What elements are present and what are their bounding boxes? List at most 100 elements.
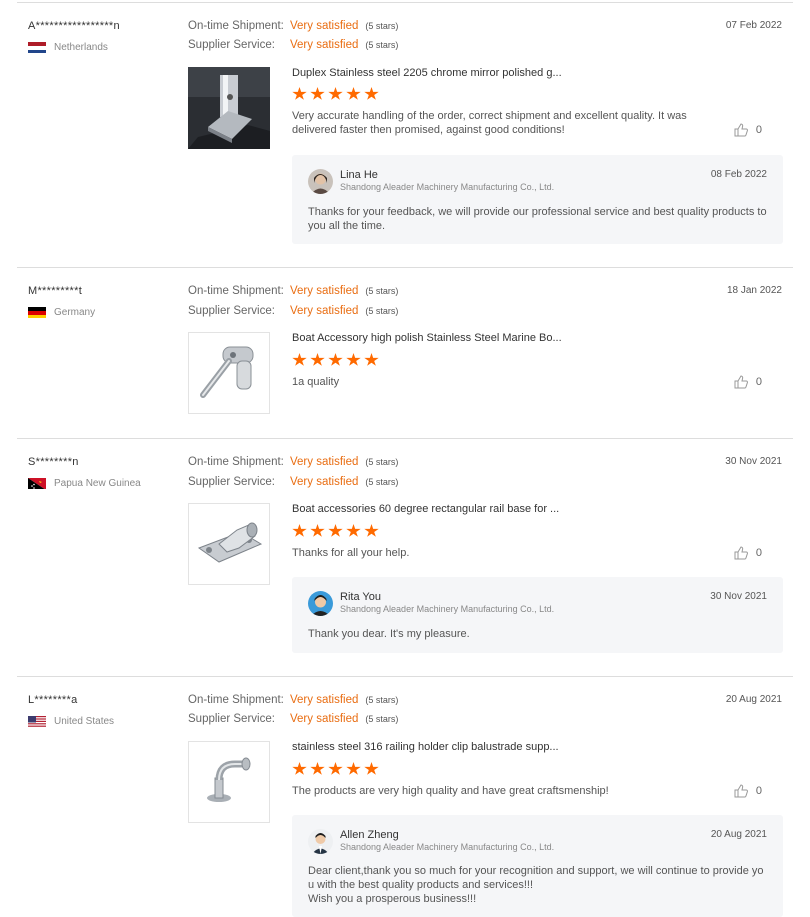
like-count: 0 bbox=[755, 376, 762, 388]
service-label: Supplier Service: bbox=[188, 713, 275, 725]
star-icon bbox=[364, 762, 379, 775]
shipment-value: Very satisfied bbox=[290, 285, 359, 297]
service-rating: Supplier Service: Very satisfied (5 star… bbox=[188, 39, 398, 51]
reply-date: 20 Aug 2021 bbox=[710, 829, 767, 840]
reply-text-closing: Wish you a prosperous business!!! bbox=[308, 893, 477, 905]
country-name: Papua New Guinea bbox=[54, 477, 141, 489]
shipment-label: On-time Shipment: bbox=[188, 456, 284, 468]
review-item: L********a United States On-time Shipmen… bbox=[17, 676, 793, 917]
replier-company: Shandong Aleader Machinery Manufacturing… bbox=[340, 842, 555, 852]
star-icon bbox=[346, 353, 361, 366]
like-button[interactable]: 0 bbox=[734, 123, 762, 137]
review-date: 20 Aug 2021 bbox=[725, 694, 782, 705]
star-icon bbox=[292, 87, 307, 100]
reply-text: Thank you dear. It's my pleasure. bbox=[308, 628, 470, 640]
avatar bbox=[308, 829, 333, 854]
service-value: Very satisfied bbox=[290, 476, 359, 488]
review-date: 07 Feb 2022 bbox=[725, 20, 782, 31]
shipment-rating: On-time Shipment: Very satisfied (5 star… bbox=[188, 20, 398, 32]
buyer-country: Netherlands bbox=[28, 41, 108, 53]
star-icon bbox=[292, 524, 307, 537]
thumbs-up-icon bbox=[734, 784, 748, 798]
replier-name: Lina He bbox=[340, 169, 378, 181]
like-button[interactable]: 0 bbox=[734, 546, 762, 560]
star-icon bbox=[346, 762, 361, 775]
review-comment: The products are very high quality and h… bbox=[292, 785, 609, 797]
shipment-rating: On-time Shipment: Very satisfied (5 star… bbox=[188, 694, 398, 706]
shipment-rating: On-time Shipment: Very satisfied (5 star… bbox=[188, 285, 398, 297]
country-name: United States bbox=[54, 715, 115, 727]
review-date: 18 Jan 2022 bbox=[726, 285, 782, 296]
star-icon bbox=[328, 353, 343, 366]
like-button[interactable]: 0 bbox=[734, 375, 762, 389]
product-title[interactable]: Boat accessories 60 degree rectangular r… bbox=[292, 503, 582, 515]
service-label: Supplier Service: bbox=[188, 476, 275, 488]
supplier-reply: Rita You Shandong Aleader Machinery Manu… bbox=[292, 577, 783, 653]
product-title[interactable]: Boat Accessory high polish Stainless Ste… bbox=[292, 332, 582, 344]
replier-name: Allen Zheng bbox=[340, 829, 399, 841]
star-icon bbox=[310, 87, 325, 100]
review-item: A*****************n Netherlands On-time … bbox=[17, 2, 793, 268]
like-count: 0 bbox=[755, 785, 762, 797]
star-icon bbox=[310, 524, 325, 537]
shipment-label: On-time Shipment: bbox=[188, 694, 284, 706]
germany-flag-icon bbox=[28, 306, 46, 318]
star-icon bbox=[364, 87, 379, 100]
service-stars-text: (5 stars) bbox=[365, 714, 399, 724]
review-comment: Very accurate handling of the order, cor… bbox=[292, 110, 687, 136]
replier-company: Shandong Aleader Machinery Manufacturing… bbox=[340, 182, 555, 192]
thumbs-up-icon bbox=[734, 123, 748, 137]
star-icon bbox=[292, 353, 307, 366]
supplier-reply: Lina He Shandong Aleader Machinery Manuf… bbox=[292, 155, 783, 244]
service-rating: Supplier Service: Very satisfied (5 star… bbox=[188, 476, 398, 488]
product-image[interactable] bbox=[188, 503, 270, 585]
reply-text: Dear client,thank you so much for your r… bbox=[308, 865, 764, 891]
star-icon bbox=[310, 762, 325, 775]
product-rating-stars bbox=[292, 762, 379, 776]
service-rating: Supplier Service: Very satisfied (5 star… bbox=[188, 305, 398, 317]
star-icon bbox=[328, 762, 343, 775]
avatar bbox=[308, 169, 333, 194]
product-image[interactable] bbox=[188, 741, 270, 823]
product-title[interactable]: stainless steel 316 railing holder clip … bbox=[292, 741, 582, 753]
thumbs-up-icon bbox=[734, 546, 748, 560]
review-item: S********n Papua New Guinea On-time Ship… bbox=[17, 438, 793, 677]
reply-date: 30 Nov 2021 bbox=[710, 591, 767, 602]
star-icon bbox=[364, 353, 379, 366]
service-label: Supplier Service: bbox=[188, 305, 275, 317]
shipment-rating: On-time Shipment: Very satisfied (5 star… bbox=[188, 456, 398, 468]
shipment-label: On-time Shipment: bbox=[188, 20, 284, 32]
united-states-flag-icon bbox=[28, 715, 46, 727]
shipment-stars-text: (5 stars) bbox=[365, 286, 399, 296]
country-name: Germany bbox=[54, 306, 96, 318]
product-rating-stars bbox=[292, 87, 379, 101]
product-title[interactable]: Duplex Stainless steel 2205 chrome mirro… bbox=[292, 67, 582, 79]
like-count: 0 bbox=[755, 547, 762, 559]
like-button[interactable]: 0 bbox=[734, 784, 762, 798]
shipment-stars-text: (5 stars) bbox=[365, 21, 399, 31]
netherlands-flag-icon bbox=[28, 41, 46, 53]
replier-company: Shandong Aleader Machinery Manufacturing… bbox=[340, 604, 555, 614]
reply-text: Thanks for your feedback, we will provid… bbox=[308, 206, 767, 232]
buyer-name: A*****************n bbox=[28, 20, 120, 32]
star-icon bbox=[292, 762, 307, 775]
service-stars-text: (5 stars) bbox=[365, 306, 399, 316]
star-icon bbox=[328, 87, 343, 100]
thumbs-up-icon bbox=[734, 375, 748, 389]
buyer-name: S********n bbox=[28, 456, 79, 468]
buyer-name: L********a bbox=[28, 694, 78, 706]
star-icon bbox=[328, 524, 343, 537]
service-label: Supplier Service: bbox=[188, 39, 275, 51]
review-comment: 1a quality bbox=[292, 376, 340, 388]
service-rating: Supplier Service: Very satisfied (5 star… bbox=[188, 713, 398, 725]
shipment-value: Very satisfied bbox=[290, 694, 359, 706]
service-value: Very satisfied bbox=[290, 713, 359, 725]
review-comment: Thanks for all your help. bbox=[292, 547, 410, 559]
review-item: M*********t Germany On-time Shipment: Ve… bbox=[17, 267, 793, 439]
star-icon bbox=[310, 353, 325, 366]
replier-name: Rita You bbox=[340, 591, 381, 603]
shipment-label: On-time Shipment: bbox=[188, 285, 284, 297]
product-image[interactable] bbox=[188, 332, 270, 414]
product-image[interactable] bbox=[188, 67, 270, 149]
star-icon bbox=[346, 87, 361, 100]
